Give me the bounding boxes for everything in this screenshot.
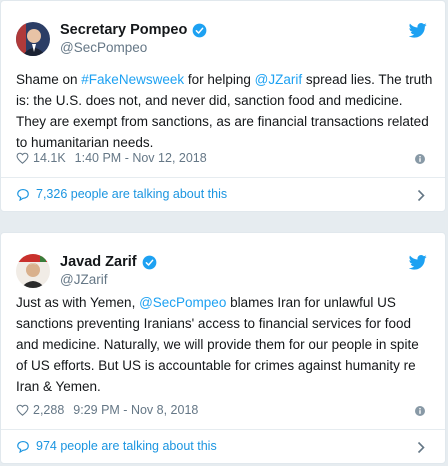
talking-about-link[interactable]: 7,326 people are talking about this xyxy=(16,187,227,201)
chevron-right-icon[interactable] xyxy=(417,441,425,454)
info-icon[interactable] xyxy=(415,406,425,416)
chevron-right-icon[interactable] xyxy=(417,189,425,202)
avatar[interactable] xyxy=(16,254,50,288)
mention-link[interactable]: @SecPompeo xyxy=(139,295,226,310)
tweet-text-segment: for helping xyxy=(184,72,255,87)
tweet-card-pompeo: Secretary Pompeo @SecPompeo Shame on #Fa… xyxy=(0,0,446,212)
twitter-bird-icon[interactable] xyxy=(409,23,427,38)
verified-badge-icon xyxy=(192,23,207,37)
comment-bubble-icon xyxy=(17,440,29,453)
display-name-text[interactable]: Secretary Pompeo xyxy=(60,21,187,39)
info-icon[interactable] xyxy=(415,154,425,164)
tweet-meta: 14.1K 1:40 PM - Nov 12, 2018 xyxy=(16,151,207,165)
tweet-text: Just as with Yemen, @SecPompeo blames Ir… xyxy=(16,292,433,397)
divider xyxy=(1,429,445,430)
verified-badge-icon xyxy=(142,255,156,269)
like-count[interactable]: 14.1K xyxy=(33,151,66,165)
tweet-header: Javad Zarif @JZarif xyxy=(16,251,157,291)
hashtag-link[interactable]: #FakeNewsweek xyxy=(81,72,184,87)
heart-icon[interactable] xyxy=(16,404,29,416)
divider xyxy=(1,177,445,178)
talking-about-link[interactable]: 974 people are talking about this xyxy=(16,439,217,453)
tweet-text-segment: Just as with Yemen, xyxy=(16,295,140,310)
tweet-text-segment: Shame on xyxy=(16,72,82,87)
display-name[interactable]: Secretary Pompeo xyxy=(60,21,207,39)
display-name[interactable]: Javad Zarif xyxy=(60,253,157,271)
mention-link[interactable]: @JZarif xyxy=(255,72,302,87)
avatar[interactable] xyxy=(16,22,50,56)
tweet-meta: 2,288 9:29 PM - Nov 8, 2018 xyxy=(16,403,198,417)
display-name-text[interactable]: Javad Zarif xyxy=(60,253,137,271)
handle[interactable]: @JZarif xyxy=(60,271,157,289)
heart-icon[interactable] xyxy=(16,152,29,164)
handle[interactable]: @SecPompeo xyxy=(60,39,207,57)
tweet-header: Secretary Pompeo @SecPompeo xyxy=(16,19,207,59)
talking-about-text[interactable]: 7,326 people are talking about this xyxy=(36,187,227,201)
tweet-card-zarif: Javad Zarif @JZarif Just as with Yemen, … xyxy=(0,232,446,464)
timestamp[interactable]: 1:40 PM - Nov 12, 2018 xyxy=(75,151,207,165)
timestamp[interactable]: 9:29 PM - Nov 8, 2018 xyxy=(73,403,198,417)
tweet-text: Shame on #FakeNewsweek for helping @JZar… xyxy=(16,69,433,153)
like-count[interactable]: 2,288 xyxy=(33,403,64,417)
comment-bubble-icon xyxy=(17,188,29,201)
twitter-bird-icon[interactable] xyxy=(409,255,427,270)
talking-about-text[interactable]: 974 people are talking about this xyxy=(36,439,217,453)
